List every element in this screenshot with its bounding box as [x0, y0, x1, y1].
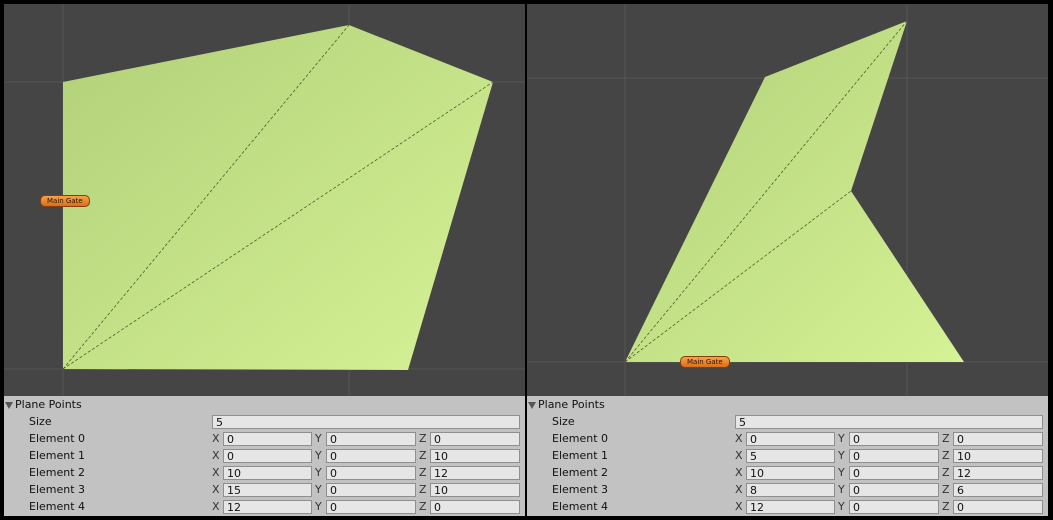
- element-row: Element 3 X 8 Y 0 Z 6: [527, 482, 1048, 499]
- size-row: Size 5: [4, 414, 525, 431]
- y-field[interactable]: 0: [849, 483, 939, 497]
- x-field[interactable]: 0: [746, 432, 835, 446]
- y-field[interactable]: 0: [326, 432, 416, 446]
- y-field[interactable]: 0: [849, 500, 939, 514]
- y-field[interactable]: 0: [849, 449, 939, 463]
- scene-view-left[interactable]: Main Gate Plane Points Size 5 Element 0 …: [4, 4, 525, 516]
- element-row: Element 0 X 0 Y 0 Z 0: [4, 431, 525, 448]
- z-field[interactable]: 0: [953, 500, 1043, 514]
- foldout-arrow-icon[interactable]: [528, 402, 536, 409]
- z-field[interactable]: 0: [953, 432, 1043, 446]
- y-field[interactable]: 0: [849, 432, 939, 446]
- inspector-panel: Plane Points Size 5 Element 0 X 0 Y 0 Z …: [527, 396, 1048, 516]
- y-field[interactable]: 0: [326, 449, 416, 463]
- element-row: Element 4 X 12 Y 0 Z 0: [527, 499, 1048, 516]
- z-field[interactable]: 10: [430, 449, 520, 463]
- x-field[interactable]: 12: [223, 500, 312, 514]
- element-row: Element 3 X 15 Y 0 Z 10: [4, 482, 525, 499]
- x-field[interactable]: 12: [746, 500, 835, 514]
- x-field[interactable]: 0: [223, 449, 312, 463]
- z-field[interactable]: 0: [430, 500, 520, 514]
- z-field[interactable]: 12: [953, 466, 1043, 480]
- x-field[interactable]: 8: [746, 483, 835, 497]
- main-gate-label[interactable]: Main Gate: [680, 356, 730, 368]
- scene-viewport[interactable]: Main Gate: [4, 4, 525, 396]
- element-row: Element 2 X 10 Y 0 Z 12: [527, 465, 1048, 482]
- foldout-arrow-icon[interactable]: [5, 402, 13, 409]
- inspector-panel: Plane Points Size 5 Element 0 X 0 Y 0 Z …: [4, 396, 525, 516]
- z-field[interactable]: 0: [430, 432, 520, 446]
- x-field[interactable]: 0: [223, 432, 312, 446]
- main-gate-label[interactable]: Main Gate: [40, 195, 90, 207]
- scene-view-right[interactable]: Main Gate Plane Points Size 5 Element 0 …: [527, 4, 1048, 516]
- element-row: Element 2 X 10 Y 0 Z 12: [4, 465, 525, 482]
- plane-mesh[interactable]: [63, 25, 493, 370]
- plane-mesh[interactable]: [625, 21, 964, 362]
- size-row: Size 5: [527, 414, 1048, 431]
- z-field[interactable]: 6: [953, 483, 1043, 497]
- scene-viewport[interactable]: Main Gate: [527, 4, 1048, 396]
- z-field[interactable]: 10: [953, 449, 1043, 463]
- x-field[interactable]: 10: [746, 466, 835, 480]
- y-field[interactable]: 0: [326, 483, 416, 497]
- element-row: Element 1 X 5 Y 0 Z 10: [527, 448, 1048, 465]
- x-field[interactable]: 5: [746, 449, 835, 463]
- x-field[interactable]: 15: [223, 483, 312, 497]
- size-field[interactable]: 5: [212, 415, 520, 429]
- z-field[interactable]: 12: [430, 466, 520, 480]
- y-field[interactable]: 0: [326, 466, 416, 480]
- x-field[interactable]: 10: [223, 466, 312, 480]
- y-field[interactable]: 0: [849, 466, 939, 480]
- element-row: Element 1 X 0 Y 0 Z 10: [4, 448, 525, 465]
- y-field[interactable]: 0: [326, 500, 416, 514]
- z-field[interactable]: 10: [430, 483, 520, 497]
- element-row: Element 0 X 0 Y 0 Z 0: [527, 431, 1048, 448]
- scene-canvas: [527, 4, 1048, 396]
- size-field[interactable]: 5: [735, 415, 1043, 429]
- element-row: Element 4 X 12 Y 0 Z 0: [4, 499, 525, 516]
